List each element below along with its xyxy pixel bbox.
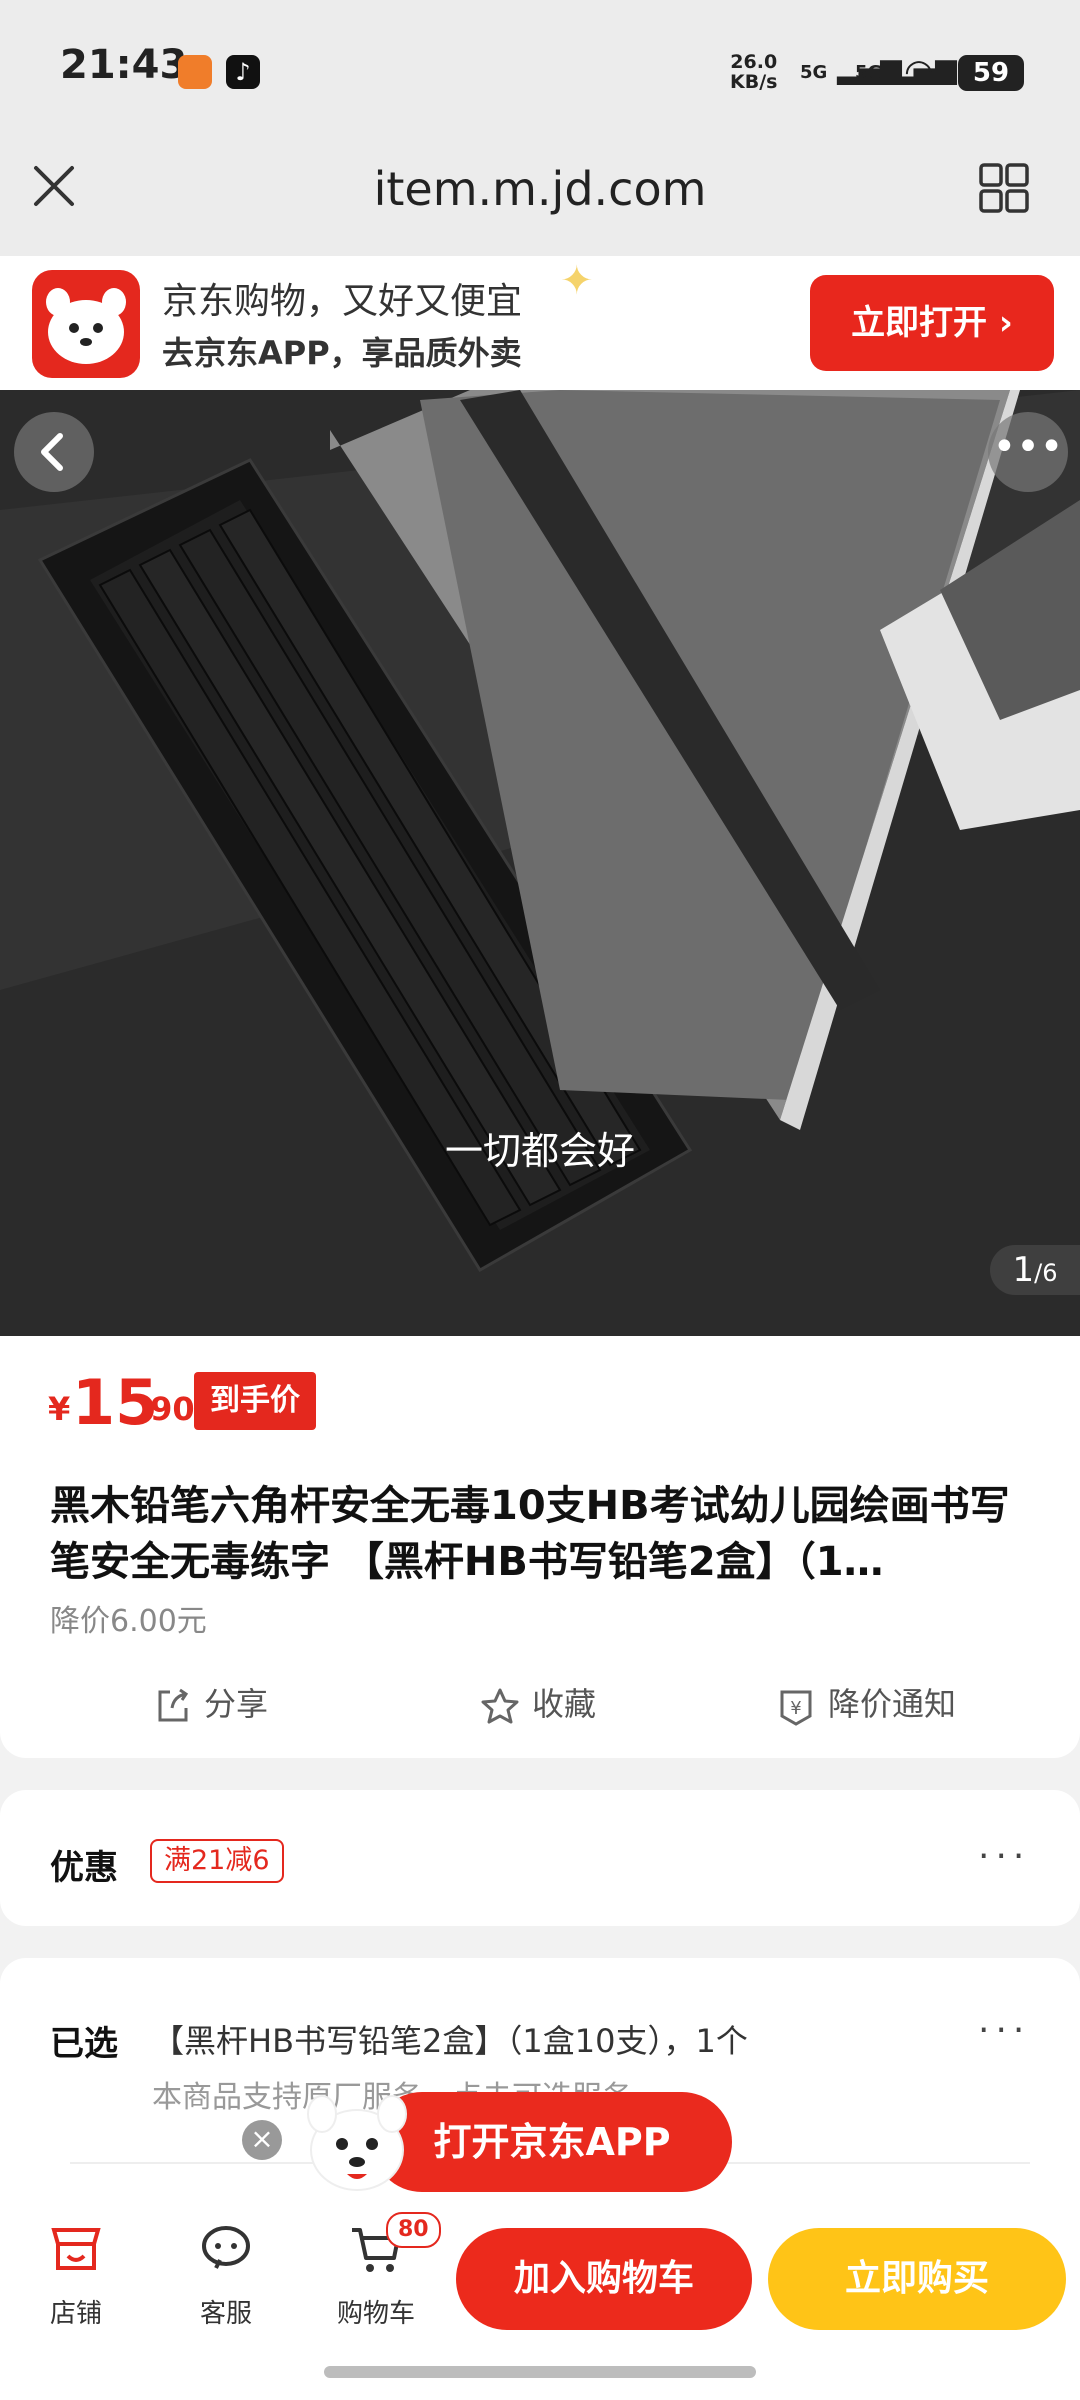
more-options-button[interactable]: ••• xyxy=(988,412,1068,492)
banner-headline: 京东购物，又好又便宜 xyxy=(162,281,523,322)
notification-app-icon xyxy=(178,55,212,89)
price-drop-text: 降价6.00元 xyxy=(50,1604,207,1639)
coupon-label: 优惠 xyxy=(50,1848,118,1888)
star-icon xyxy=(481,1688,519,1724)
wifi-icon: ◠ xyxy=(904,52,934,92)
add-to-cart-button[interactable]: 加入购物车 xyxy=(456,2228,752,2330)
cart-count-badge: 80 xyxy=(386,2212,441,2248)
store-icon xyxy=(51,2228,101,2270)
network-speed: 26.0 KB/s xyxy=(730,51,778,93)
store-tab[interactable]: 店铺 xyxy=(16,2220,136,2330)
tiktok-icon: ♪ xyxy=(226,55,260,89)
buy-now-button[interactable]: 立即购买 xyxy=(768,2228,1066,2330)
selected-label: 已选 xyxy=(50,2024,118,2064)
share-icon xyxy=(158,1688,189,1722)
selected-value: 【黑杆HB书写铅笔2盒】（1盒10支），1个 xyxy=(152,2022,748,2060)
coupon-tag[interactable]: 满21减6 xyxy=(150,1839,284,1883)
svg-text:¥: ¥ xyxy=(790,1698,801,1719)
open-jd-app-button[interactable]: 打开京东APP xyxy=(372,2092,732,2192)
coupon-more-icon[interactable]: ··· xyxy=(978,1836,1030,1877)
price-alert-button[interactable]: ¥ 降价通知 xyxy=(776,1682,956,1726)
price-alert-icon: ¥ xyxy=(780,1690,812,1726)
final-price-tag: 到手价 xyxy=(194,1372,316,1430)
product-title: 黑木铅笔六角杆安全无毒10支HB考试幼儿园绘画书写笔安全无毒练字 【黑杆HB书写… xyxy=(50,1483,1010,1585)
back-button[interactable] xyxy=(14,412,94,492)
grid-menu-icon[interactable] xyxy=(978,162,1030,214)
customer-service-icon xyxy=(202,2226,250,2269)
favorite-button[interactable]: 收藏 xyxy=(480,1682,596,1726)
banner-subline: 去京东APP，享品质外卖 xyxy=(162,334,522,372)
image-subtitle: 一切都会好 xyxy=(444,1129,635,1173)
sparkle-icon: ✦ xyxy=(560,258,594,304)
product-image[interactable] xyxy=(0,390,1080,1336)
home-indicator[interactable] xyxy=(324,2366,756,2378)
status-time: 21:43 xyxy=(60,42,188,88)
price-decimal: .90 xyxy=(138,1390,195,1428)
battery-indicator: 59 xyxy=(958,55,1024,91)
price-symbol: ¥ xyxy=(48,1390,71,1428)
share-button[interactable]: 分享 xyxy=(152,1682,268,1726)
open-app-button[interactable]: 立即打开 › xyxy=(810,275,1054,371)
jd-logo xyxy=(32,270,140,378)
service-tab[interactable]: 客服 xyxy=(166,2220,286,2330)
jd-mascot-icon xyxy=(307,2095,407,2191)
url-text[interactable]: item.m.jd.com xyxy=(0,162,1080,216)
selected-more-icon[interactable]: ··· xyxy=(978,2010,1030,2051)
image-pager: 1/6 xyxy=(990,1245,1080,1295)
close-float-button[interactable]: × xyxy=(242,2120,282,2160)
